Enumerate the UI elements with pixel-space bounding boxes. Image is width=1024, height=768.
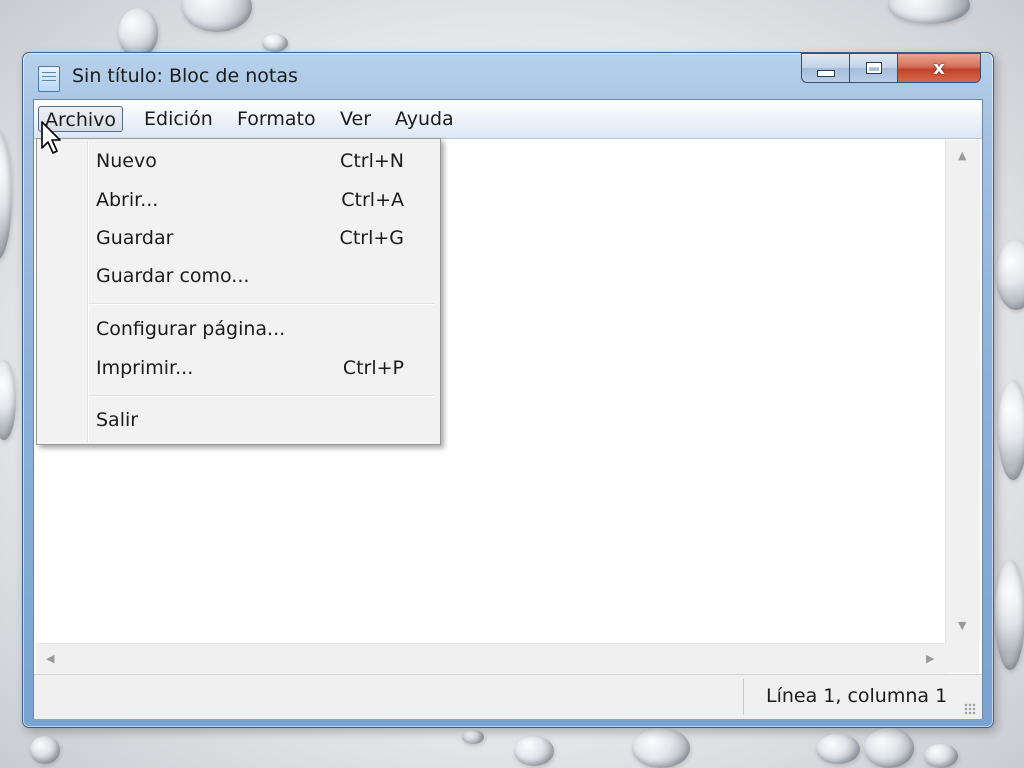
menu-item-label: Guardar como...: [96, 265, 250, 287]
water-drop: [924, 744, 958, 768]
menu-ayuda[interactable]: Ayuda: [389, 106, 460, 132]
menu-item-shortcut: Ctrl+N: [340, 150, 404, 172]
scrollbar-corner: [945, 643, 979, 673]
menu-item-label: Imprimir...: [96, 357, 194, 379]
horizontal-scrollbar[interactable]: ◀ ▶: [36, 643, 945, 674]
scroll-down-icon[interactable]: ▼: [958, 620, 966, 631]
water-drop: [0, 360, 16, 440]
scroll-right-icon[interactable]: ▶: [926, 653, 934, 664]
water-drop: [816, 734, 860, 764]
menu-item-label: Nuevo: [96, 150, 157, 172]
menu-item-label: Configurar página...: [96, 318, 286, 340]
menu-item-shortcut: Ctrl+G: [339, 227, 404, 249]
water-drop: [0, 130, 12, 260]
menu-item-imprimir[interactable]: Imprimir... Ctrl+P: [37, 350, 440, 386]
scroll-left-icon[interactable]: ◀: [46, 653, 54, 664]
menu-separator: [89, 303, 434, 305]
title-bar[interactable]: Sin título: Bloc de notas x: [23, 53, 993, 99]
water-drop: [462, 730, 484, 744]
water-drop: [996, 240, 1024, 310]
maximize-icon: [865, 62, 882, 74]
notepad-icon[interactable]: [38, 66, 60, 92]
menu-item-shortcut: Ctrl+P: [342, 357, 404, 379]
menu-item-configurar-pagina[interactable]: Configurar página...: [37, 311, 440, 347]
archivo-menu: Nuevo Ctrl+N Abrir... Ctrl+A Guardar Ctr…: [36, 138, 441, 445]
close-button[interactable]: x: [897, 53, 981, 83]
menu-ver[interactable]: Ver: [334, 106, 377, 132]
maximize-button[interactable]: [849, 53, 898, 83]
water-drop: [262, 34, 288, 52]
vertical-scrollbar[interactable]: ▲ ▼: [945, 140, 980, 643]
water-drop: [182, 0, 252, 32]
menu-item-guardar-como[interactable]: Guardar como...: [37, 258, 440, 294]
menu-separator: [89, 395, 434, 397]
menu-item-nuevo[interactable]: Nuevo Ctrl+N: [37, 143, 440, 179]
cursor-position: Línea 1, columna 1: [766, 685, 948, 707]
menu-formato[interactable]: Formato: [231, 106, 322, 132]
scroll-up-icon[interactable]: ▲: [958, 150, 966, 161]
water-drop: [995, 560, 1024, 670]
status-divider: [743, 679, 744, 715]
status-bar: Línea 1, columna 1: [34, 674, 982, 719]
mouse-pointer-icon: [41, 121, 61, 154]
menu-item-label: Salir: [96, 409, 139, 431]
minimize-icon: [816, 69, 835, 77]
menu-item-label: Abrir...: [96, 189, 159, 211]
menu-edicion[interactable]: Edición: [138, 106, 219, 132]
water-drop: [118, 8, 158, 58]
menu-item-guardar[interactable]: Guardar Ctrl+G: [37, 220, 440, 256]
close-icon: x: [933, 57, 945, 79]
menu-item-shortcut: Ctrl+A: [341, 189, 404, 211]
menu-bar: Archivo Edición Formato Ver Ayuda: [34, 100, 982, 139]
menu-item-salir[interactable]: Salir: [37, 402, 440, 438]
water-drop: [30, 736, 60, 764]
minimize-button[interactable]: [801, 53, 850, 83]
menu-item-label: Guardar: [96, 227, 174, 249]
water-drop: [888, 0, 970, 24]
water-drop: [632, 728, 690, 768]
water-drop: [998, 380, 1024, 480]
water-drop: [514, 736, 554, 766]
resize-grip-icon[interactable]: [964, 703, 976, 715]
menu-item-abrir[interactable]: Abrir... Ctrl+A: [37, 182, 440, 218]
window-title: Sin título: Bloc de notas: [72, 65, 298, 87]
water-drop: [864, 728, 914, 768]
